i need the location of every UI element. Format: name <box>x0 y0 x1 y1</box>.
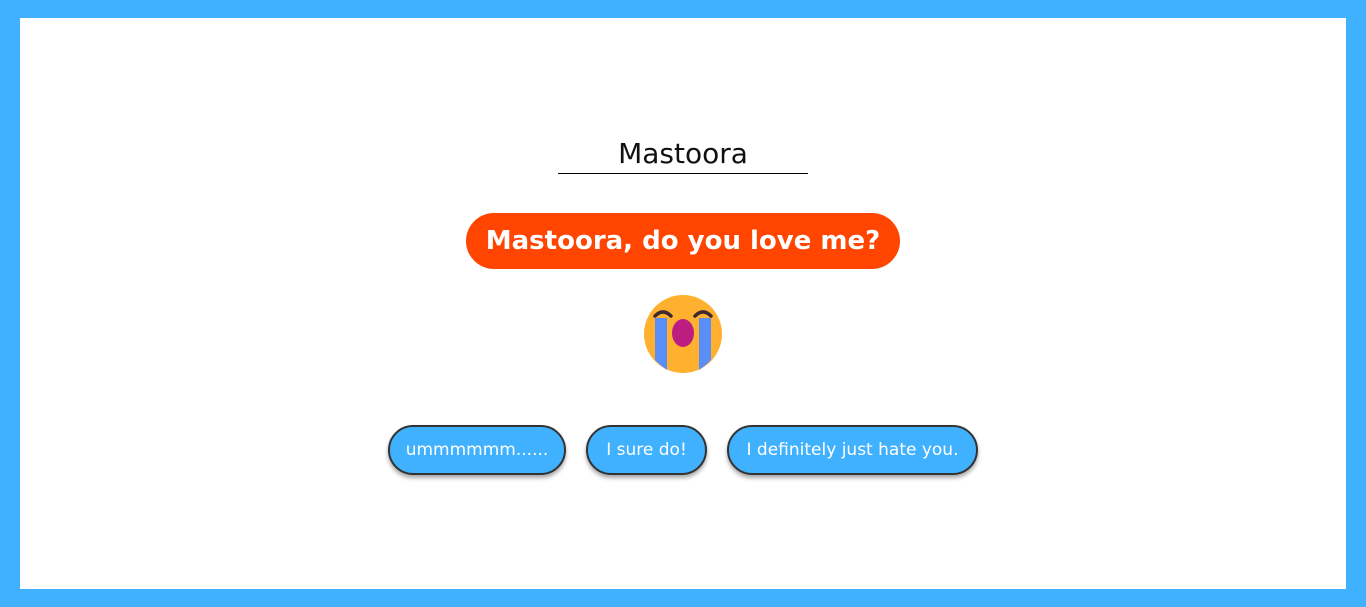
i-sure-do-button[interactable]: I sure do! <box>586 425 707 475</box>
page-frame: Mastoora, do you love me? ummmmmm...... … <box>20 18 1346 589</box>
question-banner: Mastoora, do you love me? <box>466 213 900 269</box>
ummm-button[interactable]: ummmmmm...... <box>388 425 566 475</box>
name-input[interactable] <box>558 133 808 174</box>
mouth <box>672 319 694 347</box>
loudly-crying-face-icon <box>644 295 722 373</box>
hate-you-button[interactable]: I definitely just hate you. <box>727 425 978 475</box>
